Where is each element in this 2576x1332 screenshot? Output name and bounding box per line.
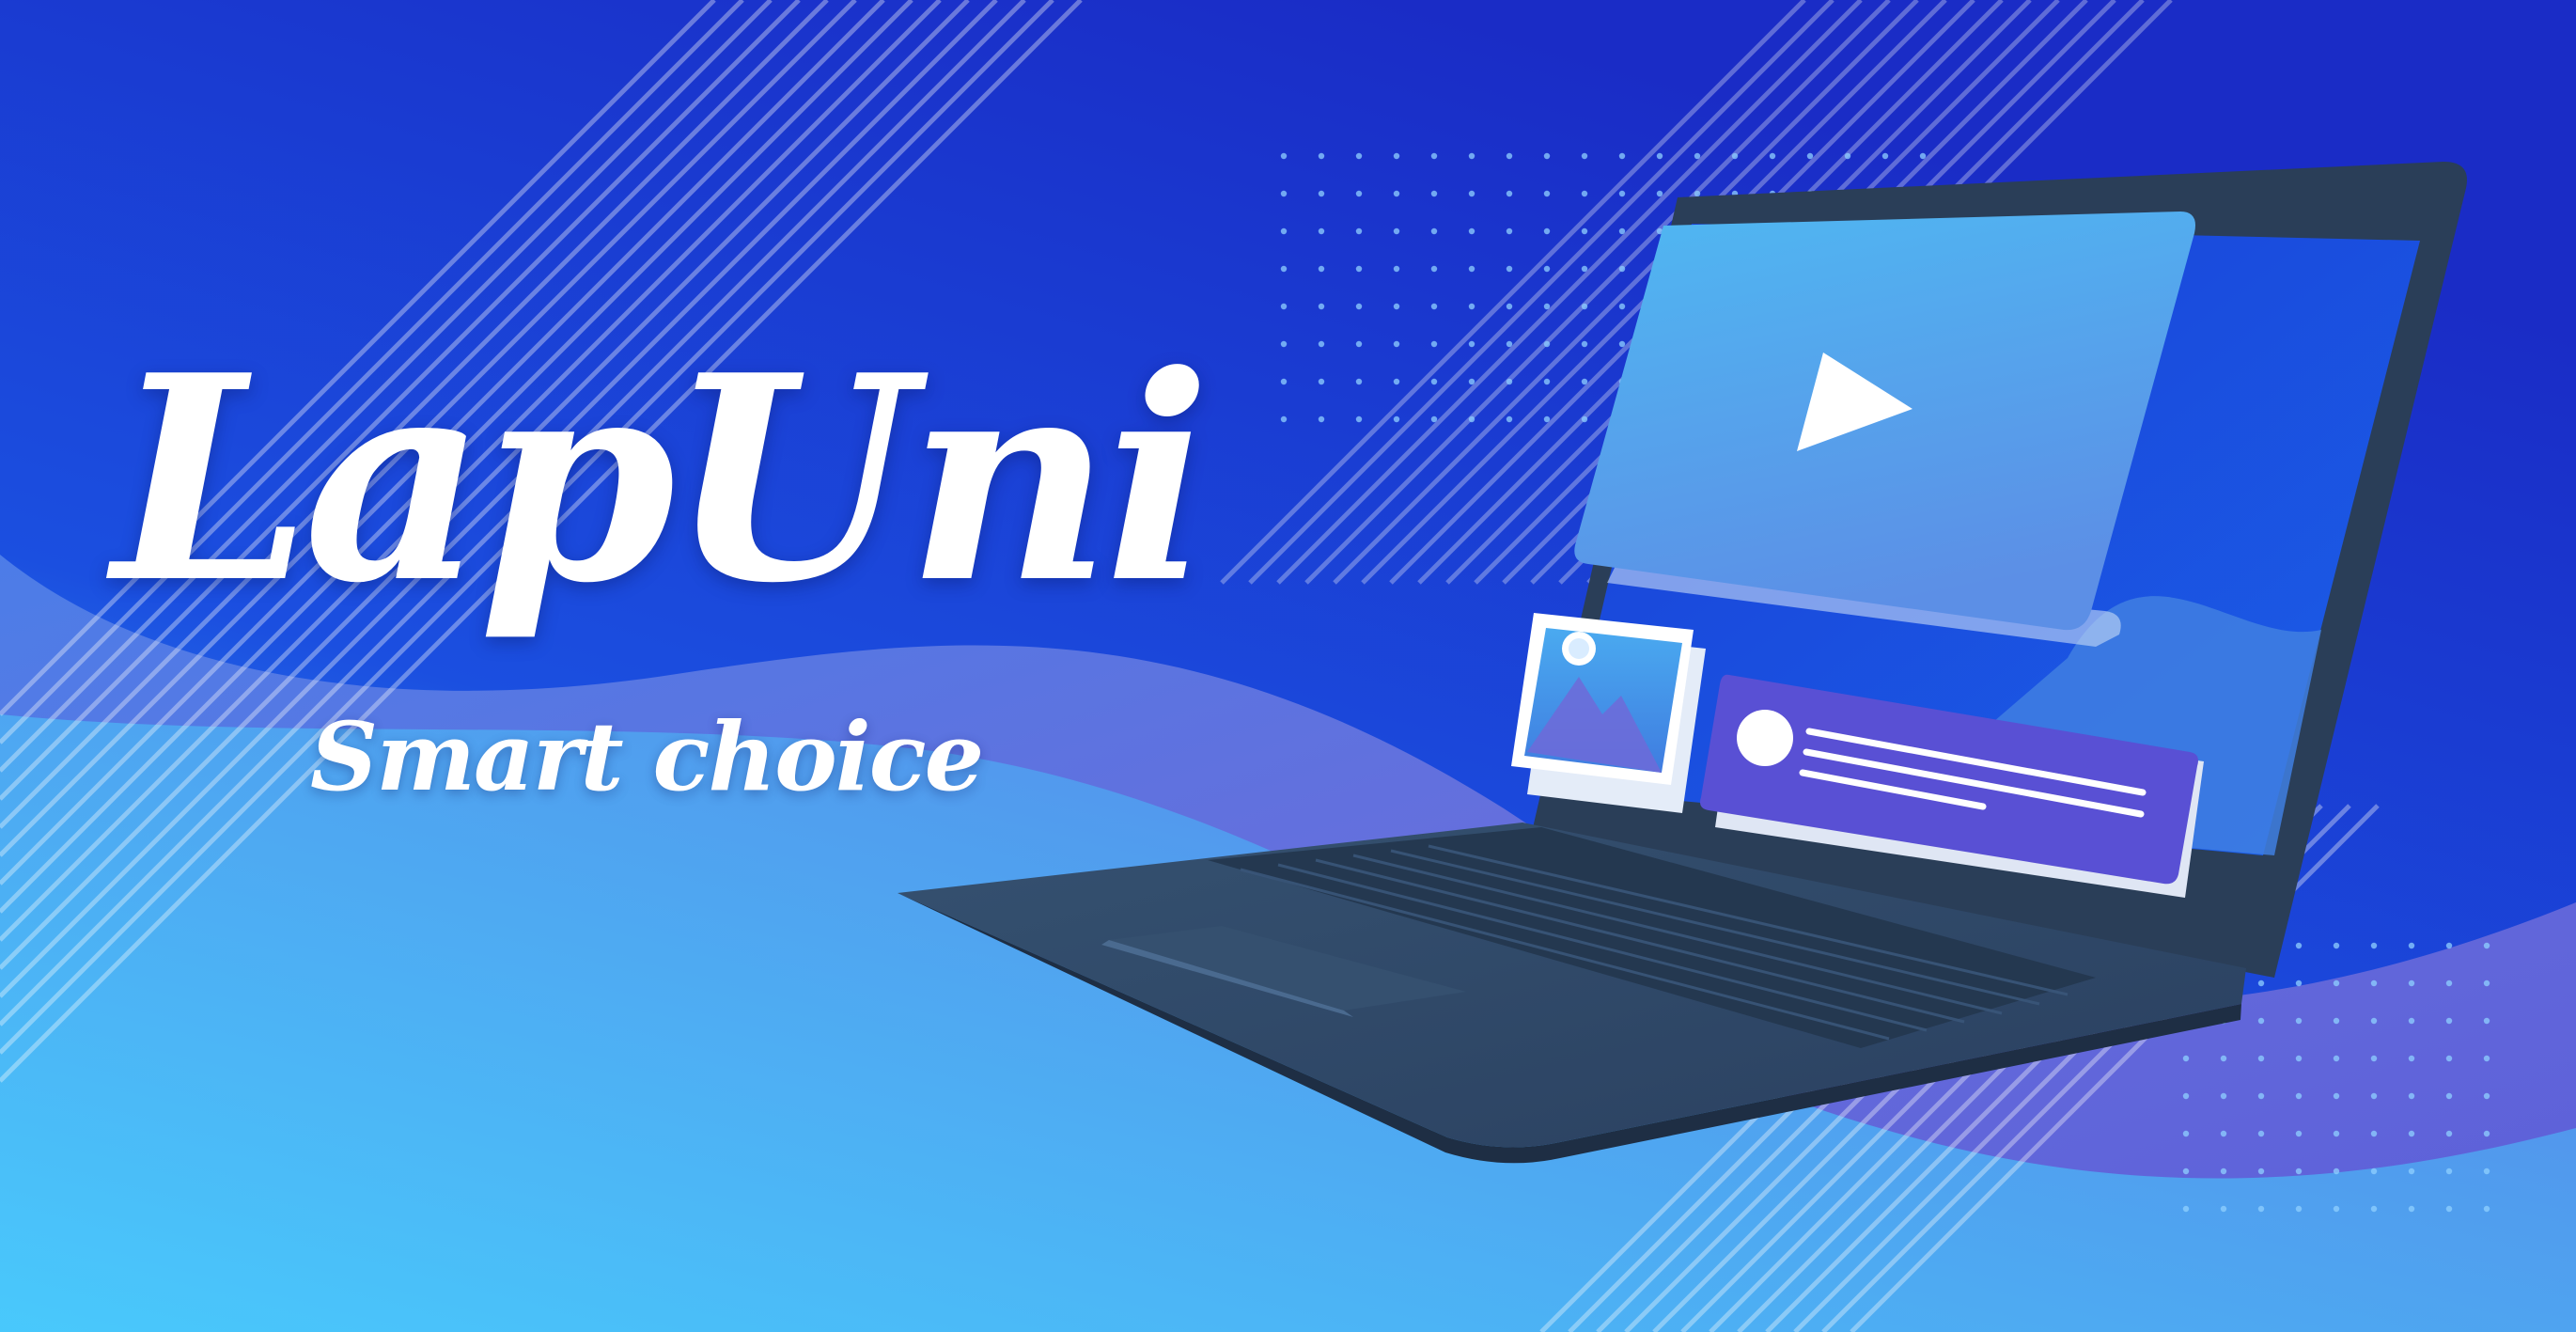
- image-card: [1511, 613, 1706, 813]
- avatar-icon: [1737, 710, 1793, 766]
- video-card-body: [1574, 212, 2195, 631]
- hero-banner: LapUni Smart choice: [0, 0, 2576, 1332]
- brand-title: LapUni: [113, 313, 1211, 645]
- brand-tagline: Smart choice: [310, 701, 984, 812]
- illustration: [0, 0, 2576, 1332]
